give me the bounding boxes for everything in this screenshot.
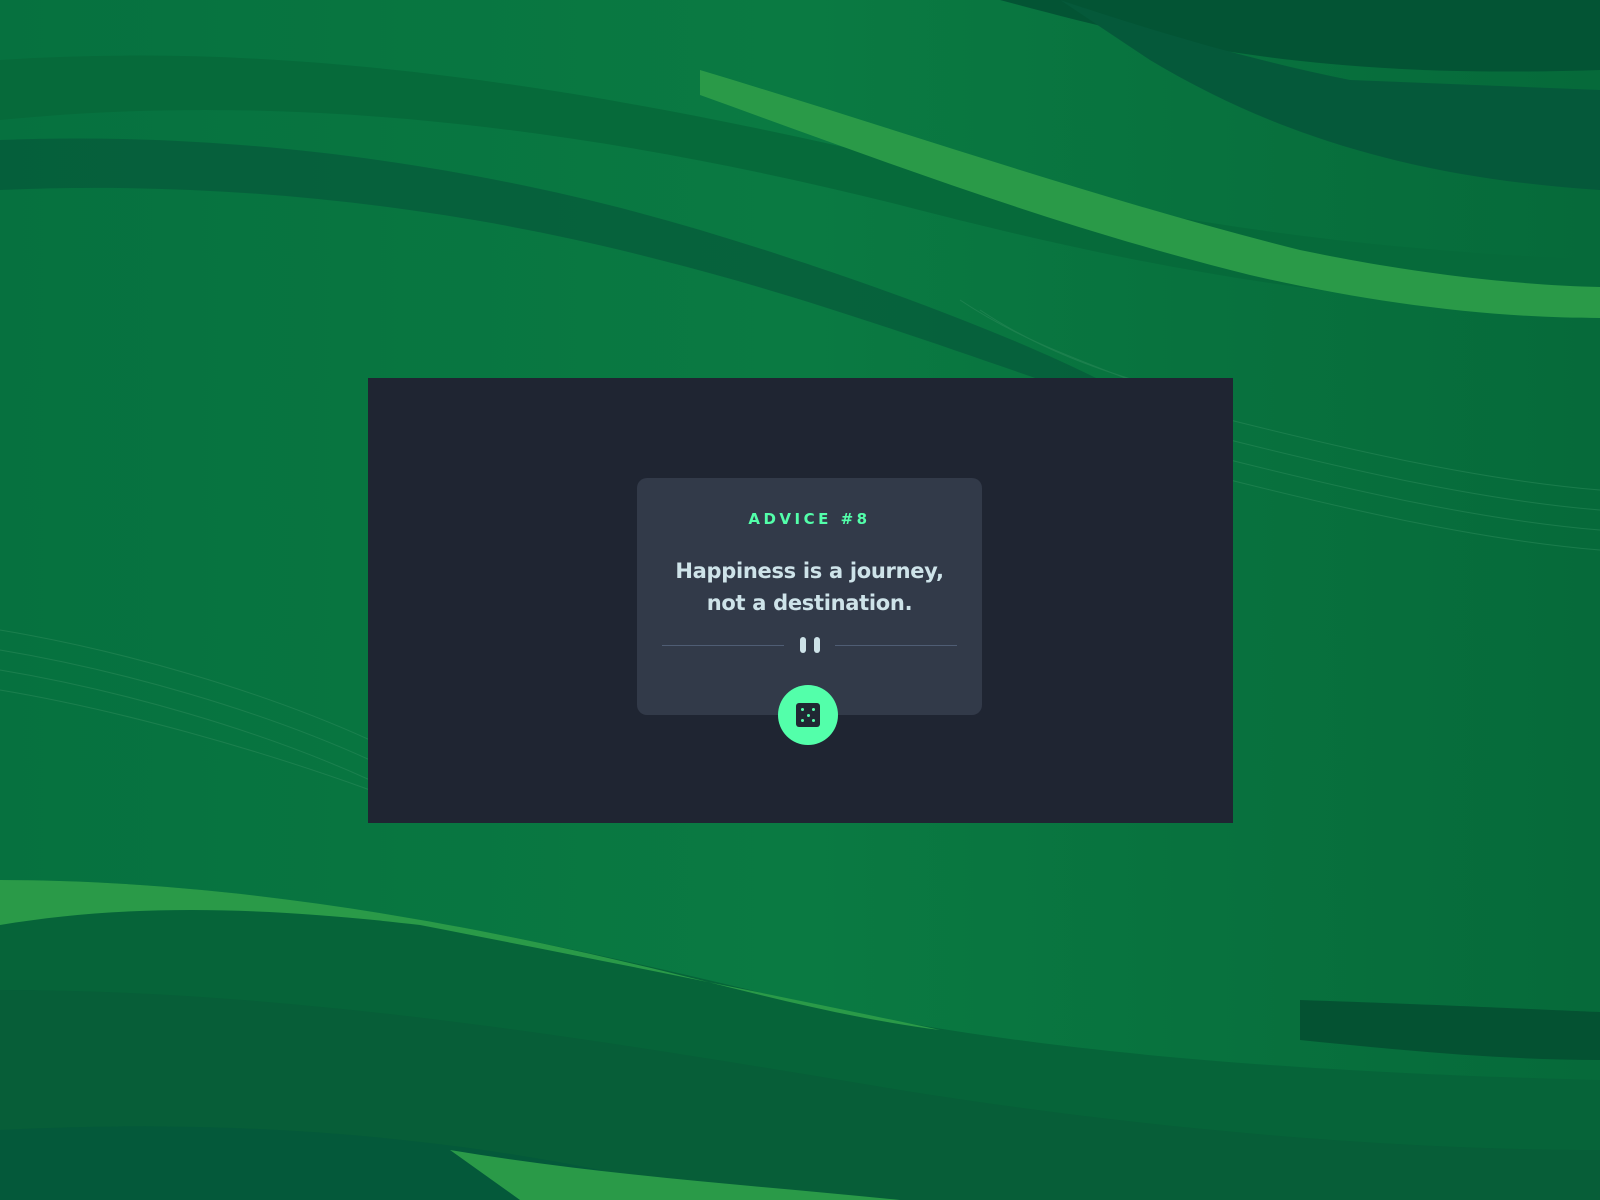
pause-icon <box>800 637 822 653</box>
divider-line-right <box>835 645 957 646</box>
advice-id-label: ADVICE #8 <box>748 510 871 528</box>
generate-advice-button[interactable] <box>778 685 838 745</box>
divider-line-left <box>662 645 784 646</box>
advice-card: ADVICE #8 Happiness is a journey, not a … <box>637 478 982 715</box>
app-frame: ADVICE #8 Happiness is a journey, not a … <box>368 378 1233 823</box>
pattern-divider <box>662 637 957 655</box>
dice-icon <box>796 703 820 727</box>
advice-quote: Happiness is a journey, not a destinatio… <box>675 559 944 615</box>
